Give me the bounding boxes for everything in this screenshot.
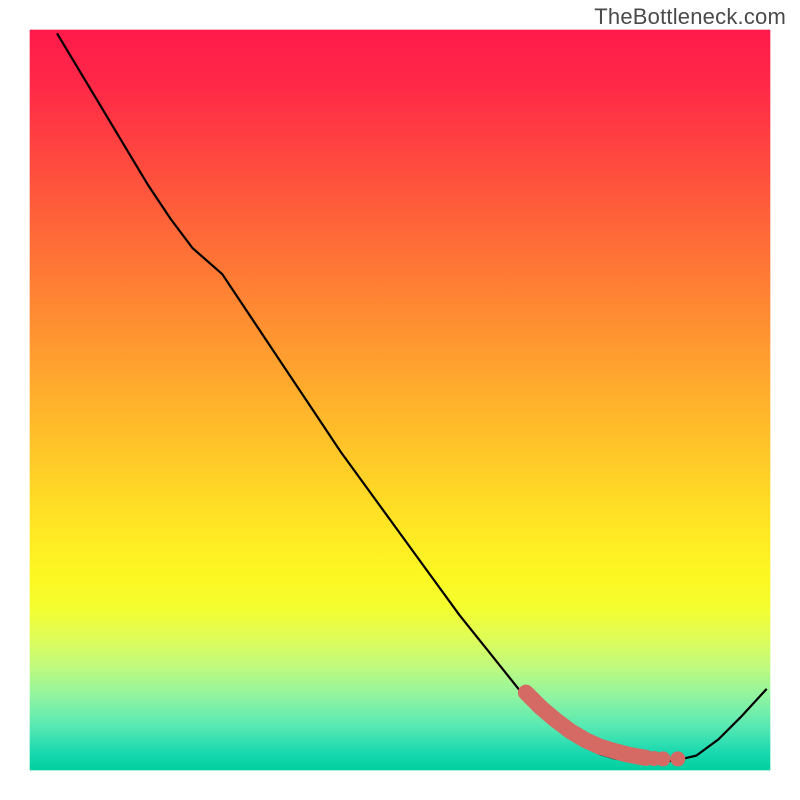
highlight-dot bbox=[655, 751, 670, 766]
gradient-background bbox=[30, 30, 771, 771]
frame-left bbox=[0, 0, 30, 800]
highlight-dot bbox=[670, 751, 685, 766]
chart-svg bbox=[0, 0, 800, 800]
frame-right bbox=[770, 0, 800, 800]
chart-container: TheBottleneck.com bbox=[0, 0, 800, 800]
frame-bottom bbox=[0, 770, 800, 800]
watermark-text: TheBottleneck.com bbox=[594, 4, 786, 30]
highlight-dots bbox=[647, 751, 686, 766]
